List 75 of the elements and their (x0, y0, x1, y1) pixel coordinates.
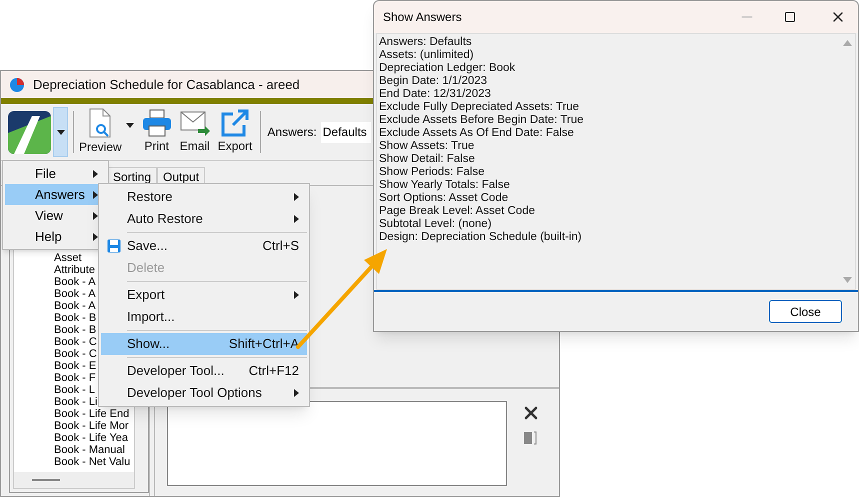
caret-icon (294, 215, 299, 223)
answer-line: Exclude Fully Depreciated Assets: True (379, 101, 580, 114)
toolbar-button[interactable]: Preview (76, 108, 137, 156)
answer-line: Answers: Defaults (379, 36, 472, 49)
envelope-icon (180, 109, 210, 137)
shortcut: Ctrl+S (262, 237, 299, 256)
menu-item[interactable]: Save... Ctrl+S (101, 235, 307, 257)
window-title: Depreciation Schedule for Casablanca - areed (33, 76, 300, 94)
tree-item[interactable]: Book - B (54, 312, 96, 324)
answer-line: Depreciation Ledger: Book (379, 62, 516, 75)
answer-line: Show Periods: False (379, 166, 484, 179)
tree-item[interactable]: Book - A (54, 276, 96, 288)
menu-item[interactable]: File (5, 163, 106, 184)
close-button[interactable]: Close (769, 300, 842, 323)
tree-item[interactable]: Book - Net Valu (54, 456, 130, 468)
menu-item[interactable]: Developer Tool Options (101, 382, 307, 404)
caret-icon (93, 170, 98, 178)
answer-line: Page Break Level: Asset Code (379, 205, 535, 218)
columns-icon[interactable] (524, 431, 538, 445)
tree-item[interactable]: Book - Life End (54, 408, 130, 420)
caret-icon (126, 122, 134, 128)
answer-line: Show Detail: False (379, 153, 475, 166)
menu-item[interactable]: Export (101, 284, 307, 306)
tree-item[interactable]: Book - Life Mor (54, 420, 129, 432)
pie-chart-icon (9, 76, 25, 92)
answer-line: Show Yearly Totals: False (379, 179, 510, 192)
export-icon (221, 109, 250, 137)
answers-text-box[interactable] (376, 33, 856, 290)
shortcut: Ctrl+F12 (248, 362, 299, 380)
text-area[interactable] (167, 401, 507, 486)
answers-label: Answers: (267, 124, 317, 141)
tree-item[interactable]: Book - B (54, 324, 96, 336)
caret-icon (294, 291, 299, 299)
toolbar-button[interactable]: Print (138, 109, 175, 155)
horizontal-scrollbar[interactable] (14, 472, 134, 488)
answer-line: Design: Depreciation Schedule (built-in) (379, 231, 582, 244)
maximize-icon[interactable] (784, 11, 796, 23)
tree-item[interactable]: Book - A (54, 288, 96, 300)
tree-item[interactable]: Attribute (54, 264, 95, 276)
caret-icon (56, 130, 64, 134)
tree-item[interactable]: Book - F (54, 372, 96, 384)
tree-item[interactable]: Asset (54, 252, 82, 264)
menu-item[interactable]: Import... (101, 306, 307, 328)
tree-item[interactable]: Book - C (54, 348, 97, 360)
tree-item[interactable]: Book - Life Yea (54, 432, 128, 444)
tree-item[interactable]: Book - L (54, 384, 95, 396)
toolbar-button[interactable]: Export (214, 109, 256, 155)
menu-item[interactable]: Auto Restore (101, 208, 307, 230)
page-magnifier-icon (87, 108, 114, 138)
answer-line: End Date: 12/31/2023 (379, 88, 491, 101)
menu-item[interactable]: Show... Shift+Ctrl+A (101, 333, 307, 355)
dialog-title: Show Answers (383, 9, 463, 26)
scroll-up-icon[interactable] (842, 40, 852, 46)
scroll-down-icon[interactable] (842, 277, 852, 283)
answer-line: Assets: (unlimited) (379, 49, 474, 62)
tree-item[interactable]: Book - E (54, 360, 96, 372)
caret-icon (294, 389, 299, 397)
answer-line: Exclude Assets As Of End Date: False (379, 127, 574, 140)
caret-icon (294, 193, 299, 201)
toolbar-button[interactable]: Email (176, 109, 213, 155)
answers-field[interactable]: Defaults (320, 122, 371, 142)
answer-line: Sort Options: Asset Code (379, 192, 508, 205)
menu-item[interactable]: Developer Tool... Ctrl+F12 (101, 360, 307, 382)
answer-line: Show Assets: True (379, 140, 474, 153)
printer-icon (142, 109, 172, 137)
tree-item[interactable]: Book - C (54, 336, 97, 348)
shortcut: Shift+Ctrl+A (228, 335, 299, 354)
answer-line: Subtotal Level: (none) (379, 218, 492, 231)
tree-item[interactable]: Book - A (54, 300, 96, 312)
app-logo[interactable] (8, 110, 51, 154)
tree-item[interactable]: Book - Manual (54, 444, 125, 456)
app-menu-button[interactable] (53, 107, 68, 157)
answer-line: Exclude Assets Before Begin Date: True (379, 114, 584, 127)
answer-line: Begin Date: 1/1/2023 (379, 75, 488, 88)
tree-item[interactable]: Book - Li (54, 396, 98, 408)
